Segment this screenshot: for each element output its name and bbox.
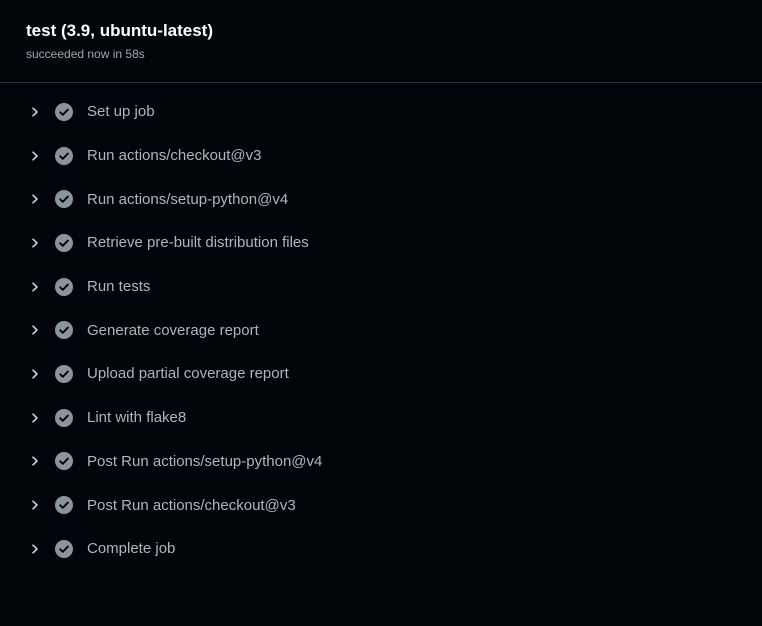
job-status: succeeded now in 58s <box>26 47 145 61</box>
step-row[interactable]: Post Run actions/checkout@v3 <box>0 483 762 527</box>
check-circle-icon <box>55 233 73 252</box>
chevron-right-icon[interactable] <box>30 544 40 554</box>
step-row[interactable]: Upload partial coverage report <box>0 352 762 396</box>
step-row[interactable]: Complete job <box>0 527 762 571</box>
job-header: test (3.9, ubuntu-latest) succeeded now … <box>0 0 762 83</box>
step-row[interactable]: Lint with flake8 <box>0 396 762 440</box>
job-title: test (3.9, ubuntu-latest) <box>26 21 214 40</box>
check-circle-icon <box>55 277 73 296</box>
check-circle-icon <box>55 539 73 558</box>
step-label: Lint with flake8 <box>87 409 187 427</box>
steps-list: Set up job Run actions/checkout@v3 Run act… <box>0 83 762 571</box>
step-label: Upload partial coverage report <box>87 365 289 383</box>
step-label: Post Run actions/checkout@v3 <box>87 496 296 514</box>
chevron-right-icon[interactable] <box>30 456 40 466</box>
step-label: Complete job <box>87 540 176 558</box>
step-label: Post Run actions/setup-python@v4 <box>87 452 323 470</box>
step-row[interactable]: Run actions/checkout@v3 <box>0 134 762 178</box>
step-row[interactable]: Generate coverage report <box>0 308 762 352</box>
check-circle-icon <box>55 146 73 165</box>
chevron-right-icon[interactable] <box>30 238 40 248</box>
step-label: Generate coverage report <box>87 321 259 339</box>
check-circle-icon <box>55 496 73 515</box>
chevron-right-icon[interactable] <box>30 500 40 510</box>
step-label: Run tests <box>87 278 151 296</box>
step-row[interactable]: Retrieve pre-built distribution files <box>0 221 762 265</box>
step-row[interactable]: Post Run actions/setup-python@v4 <box>0 440 762 484</box>
chevron-right-icon[interactable] <box>30 194 40 204</box>
step-row[interactable]: Run actions/setup-python@v4 <box>0 177 762 221</box>
step-label: Set up job <box>87 103 155 121</box>
chevron-right-icon[interactable] <box>30 413 40 423</box>
check-circle-icon <box>55 321 73 340</box>
step-label: Run actions/setup-python@v4 <box>87 190 289 208</box>
check-circle-icon <box>55 102 73 121</box>
step-row[interactable]: Run tests <box>0 265 762 309</box>
check-circle-icon <box>55 364 73 383</box>
chevron-right-icon[interactable] <box>30 150 40 161</box>
step-label: Run actions/checkout@v3 <box>87 147 262 165</box>
check-circle-icon <box>55 452 73 471</box>
chevron-right-icon[interactable] <box>30 369 40 379</box>
chevron-right-icon[interactable] <box>30 281 40 292</box>
step-label: Retrieve pre-built distribution files <box>87 234 309 252</box>
check-circle-icon <box>55 408 73 427</box>
step-row[interactable]: Set up job <box>0 90 762 134</box>
chevron-right-icon[interactable] <box>30 107 40 117</box>
check-circle-icon <box>55 190 73 209</box>
chevron-right-icon[interactable] <box>30 325 40 335</box>
